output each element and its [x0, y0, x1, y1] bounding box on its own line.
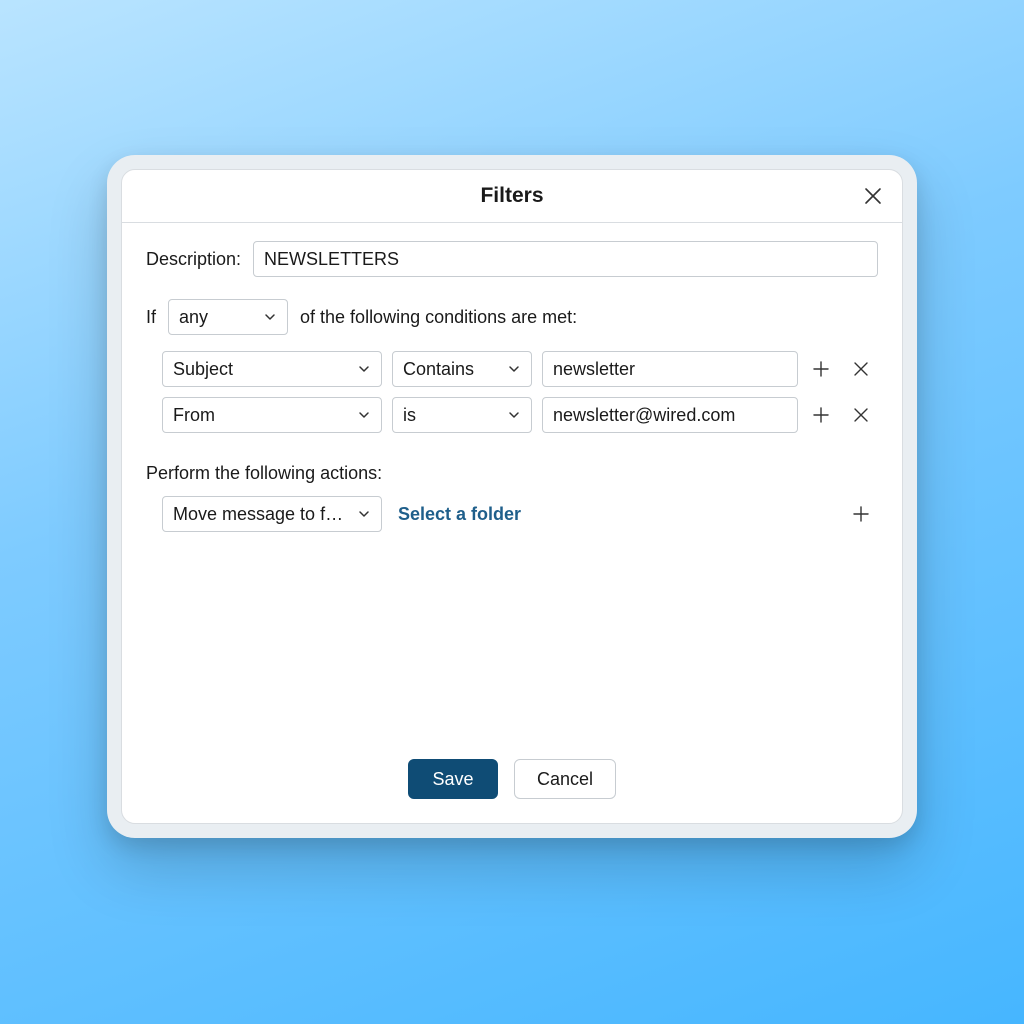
remove-condition-button[interactable] — [848, 402, 874, 428]
match-mode-value: any — [179, 307, 208, 328]
chevron-down-icon — [357, 362, 371, 376]
titlebar: Filters — [122, 170, 902, 223]
plus-icon — [811, 359, 831, 379]
dialog-content: Description: If any of the following con… — [122, 223, 902, 741]
condition-suffix: of the following conditions are met: — [300, 307, 577, 328]
action-row: Move message to fol... Select a folder — [162, 496, 878, 532]
condition-value-input[interactable] — [542, 397, 798, 433]
close-icon — [852, 360, 870, 378]
chevron-down-icon — [263, 310, 277, 324]
save-button[interactable]: Save — [408, 759, 498, 799]
condition-op-select[interactable]: is — [392, 397, 532, 433]
condition-op-value: is — [403, 405, 416, 426]
close-icon — [863, 186, 883, 206]
filters-dialog: Filters Description: If any of the follo… — [121, 169, 903, 824]
description-label: Description: — [146, 249, 241, 270]
dialog-title: Filters — [480, 184, 543, 208]
chevron-down-icon — [357, 507, 371, 521]
actions-header: Perform the following actions: — [146, 463, 878, 484]
chevron-down-icon — [357, 408, 371, 422]
plus-icon — [811, 405, 831, 425]
condition-row: From is — [162, 397, 878, 433]
close-button[interactable] — [862, 185, 884, 207]
add-action-button[interactable] — [848, 501, 874, 527]
description-row: Description: — [146, 241, 878, 277]
description-input[interactable] — [253, 241, 878, 277]
condition-field-value: Subject — [173, 359, 233, 380]
chevron-down-icon — [507, 362, 521, 376]
action-type-value: Move message to fol... — [173, 504, 349, 525]
condition-prefix: If — [146, 307, 156, 328]
condition-op-value: Contains — [403, 359, 474, 380]
condition-header-row: If any of the following conditions are m… — [146, 299, 878, 335]
remove-condition-button[interactable] — [848, 356, 874, 382]
condition-row: Subject Contains — [162, 351, 878, 387]
add-condition-button[interactable] — [808, 402, 834, 428]
condition-field-select[interactable]: From — [162, 397, 382, 433]
condition-field-value: From — [173, 405, 215, 426]
chevron-down-icon — [507, 408, 521, 422]
cancel-button[interactable]: Cancel — [514, 759, 616, 799]
condition-op-select[interactable]: Contains — [392, 351, 532, 387]
plus-icon — [851, 504, 871, 524]
select-folder-link[interactable]: Select a folder — [398, 504, 521, 525]
close-icon — [852, 406, 870, 424]
match-mode-select[interactable]: any — [168, 299, 288, 335]
action-type-select[interactable]: Move message to fol... — [162, 496, 382, 532]
add-condition-button[interactable] — [808, 356, 834, 382]
condition-field-select[interactable]: Subject — [162, 351, 382, 387]
condition-value-input[interactable] — [542, 351, 798, 387]
dialog-frame: Filters Description: If any of the follo… — [107, 155, 917, 838]
dialog-footer: Save Cancel — [122, 741, 902, 823]
